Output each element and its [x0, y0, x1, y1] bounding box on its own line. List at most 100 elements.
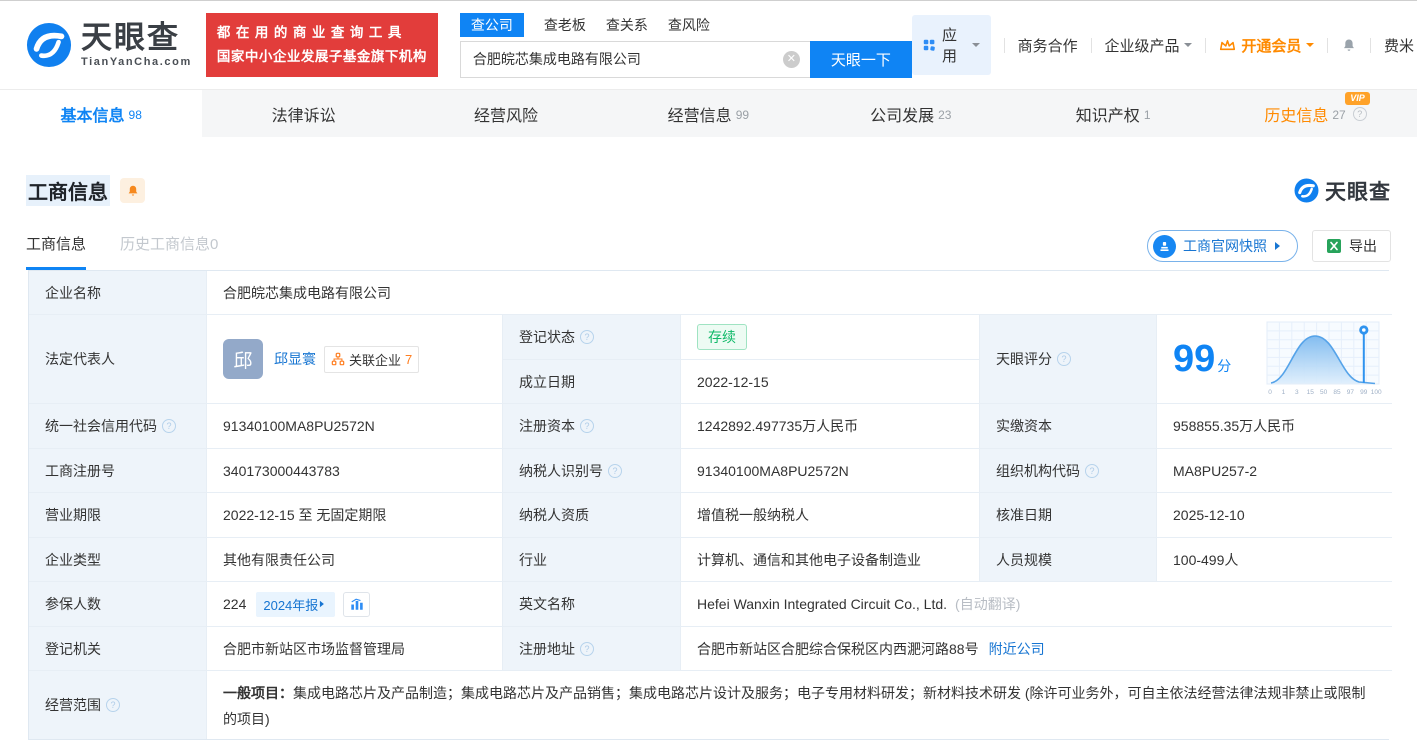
- related-label: 关联企业: [349, 352, 402, 368]
- menu-divider: [1003, 37, 1005, 53]
- help-icon[interactable]: ?: [1352, 106, 1367, 121]
- tianyancha-swirl-icon: [26, 22, 72, 68]
- reg-status-label: 登记状态: [519, 329, 575, 345]
- brand-name: 天眼查: [81, 20, 180, 55]
- establish-date-value: 2022-12-15: [681, 360, 980, 404]
- avatar[interactable]: 邱: [223, 339, 263, 379]
- english-name-value: Hefei Wanxin Integrated Circuit Co., Ltd…: [697, 596, 948, 612]
- search-block: 查公司 查老板 查关系 查风险 ✕ 天眼一下: [459, 12, 912, 78]
- row-label: 人员规模: [980, 538, 1157, 582]
- row-label: 登记机关: [29, 627, 207, 671]
- row-label: 英文名称: [503, 582, 681, 627]
- svg-text:1: 1: [1282, 389, 1286, 396]
- arrow-right-icon: [1275, 242, 1284, 250]
- scope-text: 集成电路芯片及产品制造；集成电路芯片及产品销售；集成电路芯片设计及服务；电子专用…: [223, 685, 1366, 727]
- nearby-companies-link[interactable]: 附近公司: [989, 639, 1045, 659]
- score-unit: 分: [1217, 358, 1232, 374]
- apps-label: 应用: [941, 27, 957, 65]
- bell-icon: [128, 185, 137, 196]
- search-tab-company[interactable]: 查公司: [459, 12, 524, 37]
- official-snapshot-button[interactable]: 工商官网快照: [1147, 230, 1298, 262]
- svg-text:100: 100: [1371, 389, 1382, 396]
- score-value: 99: [1173, 338, 1216, 380]
- address-value: 合肥市新站区合肥综合保税区内西淝河路88号: [697, 640, 979, 657]
- annual-report-label: 2024年报: [263, 597, 319, 613]
- org-network-icon: [331, 352, 345, 366]
- tab-company-development[interactable]: 公司发展 23: [810, 90, 1012, 137]
- paidin-capital-value: 958855.35万人民币: [1157, 404, 1392, 449]
- tab-label: 法律诉讼: [271, 107, 336, 125]
- open-vip-menu[interactable]: 开通会员: [1219, 35, 1315, 56]
- brand-domain: TianYanCha.com: [81, 56, 192, 68]
- notification-bell-icon[interactable]: [1341, 36, 1357, 55]
- business-scope-cell: 一般项目：集成电路芯片及产品制造；集成电路芯片及产品销售；集成电路芯片设计及服务…: [207, 671, 1392, 739]
- address-cell: 合肥市新站区合肥综合保税区内西淝河路88号 附近公司: [681, 627, 1392, 671]
- org-code-value: MA8PU257-2: [1157, 449, 1392, 493]
- tab-basic-info[interactable]: 基本信息 98: [0, 90, 203, 137]
- tab-legal-litigation[interactable]: 法律诉讼: [202, 90, 404, 137]
- industry-value: 计算机、通信和其他电子设备制造业: [681, 538, 980, 582]
- open-vip-label: 开通会员: [1241, 37, 1302, 55]
- main-content: 工商信息 天眼查 工商信息 历史工商信息0 工商官网快照 导出 企业名称 合肥皖…: [0, 137, 1417, 740]
- help-icon[interactable]: ?: [580, 419, 594, 433]
- related-companies-badge[interactable]: 关联企业 7: [324, 345, 420, 373]
- apps-menu[interactable]: 应用: [911, 15, 991, 75]
- svg-text:97: 97: [1347, 389, 1355, 396]
- search-input[interactable]: [459, 40, 810, 78]
- username-label: 费米: [1383, 37, 1414, 55]
- legal-rep-cell: 邱 邱显寰 关联企业 7: [207, 315, 503, 404]
- row-label: 注册地址 ?: [503, 627, 681, 671]
- svg-text:3: 3: [1295, 389, 1299, 396]
- chevron-down-icon: [971, 43, 980, 51]
- search-tab-risk[interactable]: 查风险: [668, 13, 710, 37]
- tab-history-info[interactable]: VIP 历史信息 27 ?: [1214, 90, 1416, 137]
- search-tabs: 查公司 查老板 查关系 查风险: [459, 12, 912, 37]
- insured-cell: 224 2024年报: [207, 582, 503, 627]
- business-cooperation-link[interactable]: 商务合作: [1018, 35, 1078, 56]
- tab-label: 知识产权: [1075, 107, 1140, 125]
- tianyancha-logo[interactable]: 天眼查 TianYanCha.com: [26, 22, 192, 68]
- taxpayer-id-label: 纳税人识别号: [519, 462, 603, 479]
- export-button[interactable]: 导出: [1312, 230, 1391, 262]
- tab-intellectual-property[interactable]: 知识产权 1: [1012, 90, 1214, 137]
- help-icon[interactable]: ?: [580, 641, 594, 656]
- subtab-history-business-info[interactable]: 历史工商信息0: [120, 233, 218, 270]
- staff-size-value: 100-499人: [1157, 538, 1392, 582]
- enterprise-products-menu[interactable]: 企业级产品: [1104, 35, 1193, 56]
- row-label: 实缴资本: [980, 404, 1157, 449]
- help-icon[interactable]: ?: [162, 419, 176, 433]
- help-icon[interactable]: ?: [1085, 463, 1099, 478]
- search-tab-boss[interactable]: 查老板: [544, 13, 586, 37]
- help-icon[interactable]: ?: [106, 698, 120, 712]
- help-icon[interactable]: ?: [608, 463, 622, 478]
- tab-operating-info[interactable]: 经营信息 99: [607, 90, 809, 137]
- subscribe-bell-button[interactable]: [120, 178, 145, 203]
- row-label: 行业: [503, 538, 681, 582]
- legal-rep-link[interactable]: 邱显寰: [274, 349, 316, 369]
- row-label: 企业名称: [29, 271, 207, 315]
- search-tab-relation[interactable]: 查关系: [606, 13, 648, 37]
- search-submit-button[interactable]: 天眼一下: [809, 40, 912, 78]
- business-info-table: 企业名称 合肥皖芯集成电路有限公司 法定代表人 邱 邱显寰 关联企业 7 登记状…: [28, 270, 1392, 740]
- row-label: 天眼评分 ?: [980, 315, 1157, 404]
- insured-trend-button[interactable]: [343, 591, 371, 617]
- registration-number-value: 340173000443783: [207, 449, 503, 493]
- snapshot-label: 工商官网快照: [1183, 238, 1267, 254]
- help-icon[interactable]: ?: [1057, 352, 1071, 366]
- tab-count: 1: [1143, 107, 1151, 122]
- clear-search-icon[interactable]: ✕: [782, 50, 800, 68]
- subtab-business-info[interactable]: 工商信息: [26, 233, 87, 270]
- svg-text:15: 15: [1307, 389, 1315, 396]
- tab-label: 历史信息: [1264, 107, 1329, 125]
- annual-report-link[interactable]: 2024年报: [256, 591, 336, 617]
- english-name-cell: Hefei Wanxin Integrated Circuit Co., Ltd…: [681, 582, 1392, 627]
- menu-divider: [1327, 37, 1329, 53]
- arrow-right-icon: [320, 600, 327, 608]
- help-icon[interactable]: ?: [580, 330, 594, 344]
- tab-operating-risk[interactable]: 经营风险: [405, 90, 607, 137]
- enterprise-products-label: 企业级产品: [1104, 37, 1180, 55]
- user-menu[interactable]: 费米: [1384, 35, 1417, 56]
- section-header: 工商信息 天眼查: [26, 137, 1391, 206]
- row-label: 工商注册号: [29, 449, 207, 493]
- menu-divider: [1090, 37, 1092, 53]
